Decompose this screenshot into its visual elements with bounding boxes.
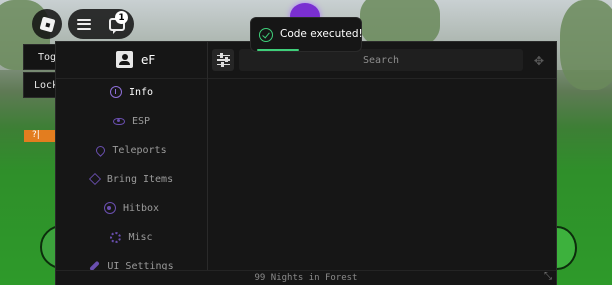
resize-icon[interactable]: ⤡ xyxy=(544,271,556,283)
window-title-area: eF xyxy=(116,51,155,68)
sidebar: Info ESP Teleports Bring Items Hitbox Mi… xyxy=(56,78,207,270)
roblox-logo-icon xyxy=(39,16,55,32)
move-drag-icon[interactable]: ✥ xyxy=(530,51,548,69)
game-tree xyxy=(560,0,612,90)
chat-notification-badge: 1 xyxy=(115,11,128,24)
script-window: eF Search ✥ Info ESP Teleports Bring Ite… xyxy=(55,41,557,285)
roblox-menu-button[interactable] xyxy=(32,9,62,39)
sidebar-item-misc[interactable]: Misc xyxy=(56,224,207,250)
sidebar-item-label: Teleports xyxy=(112,144,167,156)
box-icon xyxy=(88,172,101,186)
sidebar-item-label: ESP xyxy=(131,115,151,127)
sidebar-item-esp[interactable]: ESP xyxy=(56,108,207,134)
game-sign-text: ?| xyxy=(32,130,40,140)
wrench-icon xyxy=(89,260,101,270)
window-title: eF xyxy=(141,52,156,67)
map-pin-icon xyxy=(94,143,108,157)
sidebar-item-label: Info xyxy=(128,86,154,98)
sidebar-item-label: Hitbox xyxy=(122,202,160,214)
search-input[interactable]: Search xyxy=(239,49,523,71)
toast-notification: Code executed! xyxy=(250,17,363,52)
sidebar-item-bring-items[interactable]: Bring Items xyxy=(56,166,207,192)
target-icon xyxy=(103,202,116,214)
check-circle-icon xyxy=(259,28,273,42)
hamburger-menu-icon[interactable] xyxy=(77,18,91,30)
game-sign: ?| xyxy=(24,130,58,142)
eye-icon xyxy=(112,117,125,125)
sidebar-item-info[interactable]: Info xyxy=(56,79,207,105)
sidebar-item-teleports[interactable]: Teleports xyxy=(56,137,207,163)
user-icon xyxy=(116,51,133,68)
toast-progress-bar xyxy=(257,49,299,51)
sidebar-item-label: Misc xyxy=(128,231,153,243)
window-footer: 99 Nights in Forest xyxy=(56,270,556,285)
sidebar-item-hitbox[interactable]: Hitbox xyxy=(56,195,207,221)
sidebar-item-label: UI Settings xyxy=(107,260,174,271)
info-icon xyxy=(109,86,122,98)
sidebar-item-label: Bring Items xyxy=(106,173,174,185)
toast-message: Code executed! xyxy=(280,28,363,40)
sidebar-item-ui-settings[interactable]: UI Settings xyxy=(56,253,207,270)
sidebar-divider xyxy=(207,42,208,270)
filter-button[interactable] xyxy=(212,49,234,71)
gear-icon xyxy=(110,231,122,243)
